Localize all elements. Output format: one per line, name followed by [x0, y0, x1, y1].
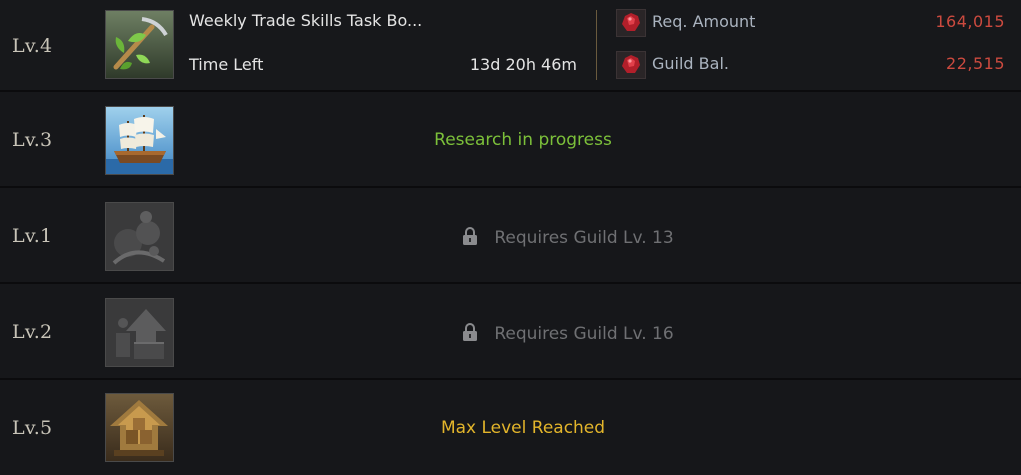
time-left-label: Time Left: [189, 55, 264, 74]
bloodstone-icon: [616, 9, 646, 37]
level-label: Lv.5: [12, 417, 53, 439]
lock-icon: [462, 322, 478, 347]
research-row-locked[interactable]: Lv.1 Requires Guild Lv. 13: [0, 188, 1021, 284]
level-label: Lv.2: [12, 321, 53, 343]
bloodstone-icon: [616, 51, 646, 79]
guild-balance-value: 22,515: [946, 54, 1005, 73]
locked-upgrade-icon: [105, 298, 174, 367]
research-status: Max Level Reached: [440, 418, 606, 438]
ship-icon: [105, 106, 174, 175]
level-label: Lv.1: [12, 225, 53, 247]
storage-upgrade-icon: [105, 393, 174, 462]
research-row-active-task[interactable]: Lv.4 Weekly Trade Skills Task Bo... Time…: [0, 0, 1021, 92]
guild-balance-label: Guild Bal.: [652, 54, 729, 73]
lock-icon: [462, 226, 478, 251]
research-row-max-level[interactable]: Lv.5 Max Level Reached: [0, 380, 1021, 475]
lock-requirement: Requires Guild Lv. 16: [260, 322, 876, 347]
required-amount-value: 164,015: [935, 12, 1005, 31]
requirement-text: Requires Guild Lv. 13: [494, 228, 674, 248]
level-label: Lv.4: [12, 35, 53, 57]
research-row-locked[interactable]: Lv.2 Requires Guild Lv. 16: [0, 284, 1021, 380]
guild-research-list: Lv.4 Weekly Trade Skills Task Bo... Time…: [0, 0, 1021, 475]
required-amount-label: Req. Amount: [652, 12, 756, 31]
research-row-in-progress[interactable]: Lv.3 Research in progress: [0, 92, 1021, 188]
trade-skills-task-icon: [105, 10, 174, 79]
time-left-value: 13d 20h 46m: [469, 55, 577, 74]
task-title: Weekly Trade Skills Task Bo...: [189, 11, 423, 30]
level-label: Lv.3: [12, 129, 53, 151]
requirement-text: Requires Guild Lv. 16: [494, 324, 674, 344]
column-divider: [596, 10, 597, 80]
lock-requirement: Requires Guild Lv. 13: [260, 226, 876, 251]
locked-research-icon: [105, 202, 174, 271]
research-status: Research in progress: [434, 130, 612, 150]
